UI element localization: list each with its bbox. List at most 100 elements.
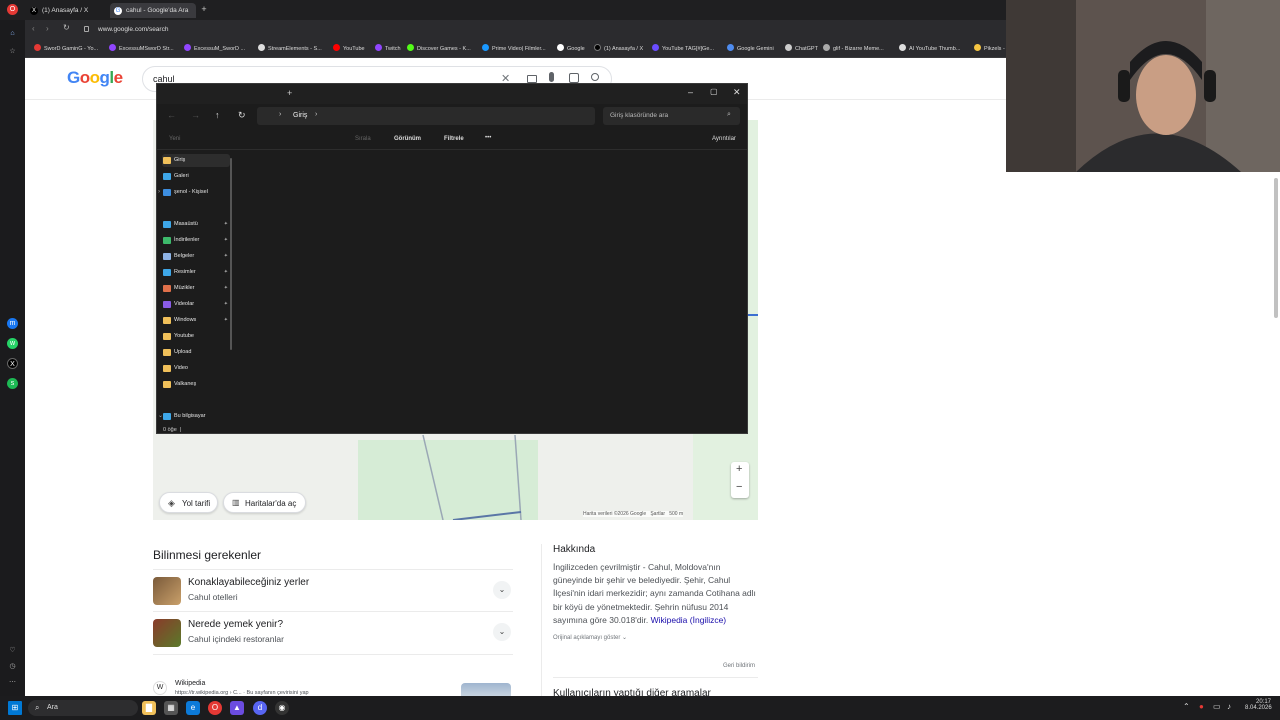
more-icon[interactable]: ⋯ [7, 677, 18, 688]
bookmark-item[interactable]: (1) Anasayfa / X [594, 44, 643, 54]
view-button[interactable]: Görünüm [394, 136, 421, 142]
bookmark-item[interactable]: Google Gemini [727, 44, 774, 54]
edge-icon[interactable]: e [186, 701, 200, 715]
sort-button[interactable]: Sırala [355, 136, 371, 142]
reload-icon[interactable]: ↻ [63, 23, 70, 32]
whatsapp-icon[interactable]: w [7, 338, 18, 349]
page-scrollbar[interactable] [1272, 172, 1280, 696]
app-icon[interactable]: ▦ [164, 701, 178, 715]
nav-item[interactable]: Valkaneş [162, 378, 230, 391]
nav-item[interactable]: Upload [162, 346, 230, 359]
bookmark-item[interactable]: ExcessuM_SworD ... [184, 44, 245, 54]
wiki-source[interactable]: Wikipedia [175, 680, 205, 687]
mic-tray-icon[interactable]: ● [1199, 702, 1204, 711]
bookmark-item[interactable]: Discover Games - K... [407, 44, 471, 54]
back-icon[interactable]: ‹ [32, 24, 35, 33]
home-icon[interactable]: ⌂ [7, 28, 18, 39]
chevron-down-icon[interactable]: ⌄ [158, 410, 163, 423]
map-terms-link[interactable]: Şartlar [650, 511, 665, 517]
nav-item[interactable]: Galeri [162, 170, 230, 183]
url-field[interactable]: www.google.com/search [98, 26, 168, 33]
history-icon[interactable]: ◷ [7, 661, 18, 672]
pin-icon[interactable]: ✦ [224, 282, 228, 295]
pin-icon[interactable]: ✦ [224, 266, 228, 279]
heart-icon[interactable]: ♡ [7, 645, 18, 656]
zoom-in-button[interactable]: + [736, 463, 742, 475]
search-icon[interactable] [591, 73, 599, 81]
bookmark-item[interactable]: YouTube [333, 44, 365, 54]
nav-item[interactable]: Resimler ✦ [162, 266, 230, 279]
nav-item[interactable]: Müzikler ✦ [162, 282, 230, 295]
bookmark-item[interactable]: YouTube TAG[#]Ge... [652, 44, 714, 54]
taskbar-search[interactable]: ⌕ Ara [28, 700, 138, 716]
directions-button[interactable]: ◈ Yol tarifi [159, 492, 218, 513]
nav-item[interactable]: Masaüstü ✦ [162, 218, 230, 231]
file-explorer-icon[interactable]: ▇ [142, 701, 156, 715]
bookmark-item[interactable]: SworD GaminG - Yo... [34, 44, 98, 54]
new-tab-button[interactable]: + [199, 4, 209, 14]
list-item-restaurants[interactable]: Nerede yemek yenir? Cahul içindeki resto… [153, 617, 513, 655]
pin-icon[interactable]: ✦ [224, 234, 228, 247]
bookmark-item[interactable]: ChatGPT [785, 44, 818, 54]
chevron-right-icon[interactable]: › [158, 186, 160, 199]
messenger-icon[interactable]: m [7, 318, 18, 329]
zoom-out-button[interactable]: − [736, 481, 742, 493]
bookmark-item[interactable]: Twitch [375, 44, 401, 54]
details-button[interactable]: Ayrıntılar [712, 136, 736, 142]
spotify-icon[interactable]: s [7, 378, 18, 389]
wikipedia-link[interactable]: Wikipedia (İngilizce) [651, 615, 727, 625]
pin-icon[interactable]: ✦ [224, 218, 228, 231]
nav-item[interactable]: Video [162, 362, 230, 375]
discord-icon[interactable]: d [253, 701, 267, 715]
opera-icon[interactable]: O [208, 701, 222, 715]
up-icon[interactable]: ↑ [215, 110, 220, 120]
star-icon[interactable]: ☆ [7, 46, 18, 57]
volume-icon[interactable]: ♪ [1227, 702, 1231, 711]
breadcrumb[interactable]: Giriş [293, 112, 307, 119]
new-button[interactable]: Yeni [169, 136, 180, 142]
nav-item[interactable]: Videolar ✦ [162, 298, 230, 311]
bookmark-item[interactable]: Prime Video| Filmler... [482, 44, 546, 54]
nav-item[interactable]: Belgeler ✦ [162, 250, 230, 263]
open-maps-button[interactable]: ▥ Haritalar'da aç [223, 492, 306, 513]
x-icon[interactable]: X [7, 358, 18, 369]
more-button[interactable]: ••• [485, 135, 491, 141]
bookmark-item[interactable]: ExcessuMSworD Str... [109, 44, 174, 54]
tab-google-search[interactable]: G cahul - Google'da Ara [110, 3, 196, 18]
bookmark-item[interactable]: StreamElements - S... [258, 44, 322, 54]
filter-button[interactable]: Filtrele [444, 136, 464, 142]
tab-x-home[interactable]: X (1) Anasayfa / X [26, 3, 108, 18]
close-icon[interactable]: ✕ [733, 87, 741, 98]
maximize-icon[interactable]: ▢ [710, 87, 718, 96]
clock[interactable]: 20:17 8.04.2026 [1245, 699, 1272, 711]
nav-item[interactable]: İndirilenler ✦ [162, 234, 230, 247]
explorer-search[interactable]: Giriş klasöründe ara ⌕ [603, 107, 740, 125]
bookmark-item[interactable]: glif - Bizarre Meme... [823, 44, 884, 54]
obs-icon[interactable]: ◉ [275, 701, 289, 715]
google-logo[interactable]: Google [67, 68, 123, 88]
windows-start-icon[interactable]: ⊞ [8, 701, 22, 715]
address-box[interactable]: › Giriş › [257, 107, 595, 125]
network-icon[interactable]: ▭ [1213, 702, 1221, 711]
nav-scrollbar[interactable] [230, 158, 232, 350]
tray-chevron-icon[interactable]: ⌃ [1183, 702, 1190, 711]
app-icon[interactable]: ▲ [230, 701, 244, 715]
chevron-down-icon[interactable]: ⌄ [493, 623, 511, 641]
pin-icon[interactable]: ✦ [224, 250, 228, 263]
minimize-icon[interactable]: – [688, 87, 693, 97]
chevron-down-icon[interactable]: ⌄ [493, 581, 511, 599]
bookmark-item[interactable]: Pikzels - [974, 44, 1005, 54]
nav-item[interactable]: şenol - Kişisel › [158, 186, 230, 199]
nav-item[interactable]: Giriş [162, 154, 230, 167]
nav-item[interactable]: Windows ✦ [162, 314, 230, 327]
pin-icon[interactable]: ✦ [224, 314, 228, 327]
new-tab-button[interactable]: + [287, 88, 292, 98]
forward-icon[interactable]: → [191, 110, 200, 120]
show-original-link[interactable]: Orijinal açıklamayı göster ⌄ [553, 634, 627, 641]
mic-icon[interactable] [549, 72, 554, 82]
pin-icon[interactable]: ✦ [224, 298, 228, 311]
back-icon[interactable]: ← [167, 110, 176, 120]
bookmark-item[interactable]: AI YouTube Thumb... [899, 44, 960, 54]
feedback-link[interactable]: Geri bildirim [723, 663, 755, 669]
refresh-icon[interactable]: ↻ [238, 110, 246, 121]
